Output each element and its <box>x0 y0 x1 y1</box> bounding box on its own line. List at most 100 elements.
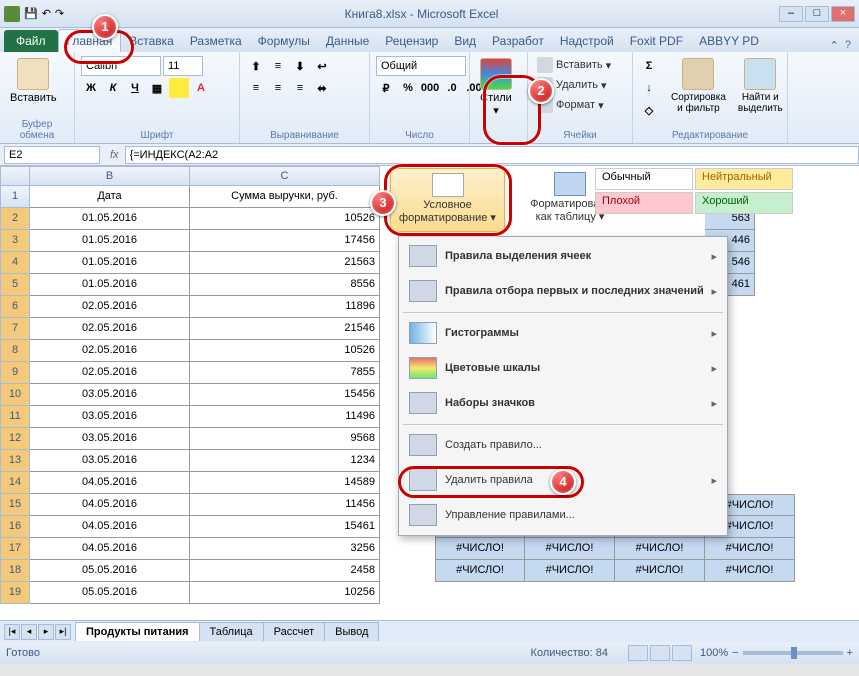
fx-icon[interactable]: fx <box>104 149 125 161</box>
tab-developer[interactable]: Разработ <box>484 30 552 52</box>
row-header[interactable]: 17 <box>0 538 30 560</box>
view-page-break-button[interactable] <box>672 645 692 661</box>
error-cell[interactable]: #ЧИСЛО! <box>615 538 705 560</box>
sheet-tab-3[interactable]: Рассчет <box>263 622 326 641</box>
cf-color-scales[interactable]: Цветовые шкалы▸ <box>401 351 725 386</box>
select-all-corner[interactable] <box>0 166 30 186</box>
font-name-combo[interactable]: Calibri <box>81 56 161 76</box>
italic-button[interactable]: К <box>103 78 123 98</box>
delete-cells-button[interactable]: Удалить ▾ <box>534 76 614 94</box>
redo-icon[interactable]: ↷ <box>55 7 64 20</box>
cell-sum[interactable]: 11896 <box>190 296 380 318</box>
cell-sum[interactable]: 2458 <box>190 560 380 582</box>
cell-date[interactable]: 03.05.2016 <box>30 406 190 428</box>
col-header-c[interactable]: C <box>190 166 380 186</box>
row-header[interactable]: 10 <box>0 384 30 406</box>
tab-abbyy[interactable]: ABBYY PD <box>691 30 767 52</box>
cell-date[interactable]: 01.05.2016 <box>30 274 190 296</box>
style-normal[interactable]: Обычный <box>595 168 693 190</box>
tab-review[interactable]: Рецензир <box>377 30 446 52</box>
name-box[interactable]: E2 <box>4 146 100 164</box>
underline-button[interactable]: Ч <box>125 78 145 98</box>
formula-input[interactable]: {=ИНДЕКС(A2:A2 <box>125 146 859 164</box>
row-header[interactable]: 12 <box>0 428 30 450</box>
style-bad[interactable]: Плохой <box>595 192 693 214</box>
sheet-nav-prev[interactable]: ◂ <box>21 624 37 640</box>
cell-date[interactable]: 03.05.2016 <box>30 428 190 450</box>
conditional-formatting-button[interactable]: Условное форматирование ▾ <box>390 168 505 232</box>
error-cell[interactable]: #ЧИСЛО! <box>705 538 795 560</box>
help-icon[interactable]: ? <box>845 39 851 52</box>
cf-top-bottom-rules[interactable]: Правила отбора первых и последних значен… <box>401 274 725 309</box>
wrap-text-button[interactable]: ↩ <box>312 56 332 76</box>
comma-button[interactable]: 000 <box>420 78 440 98</box>
cell-sum[interactable]: 1234 <box>190 450 380 472</box>
number-format-combo[interactable]: Общий <box>376 56 466 76</box>
error-cell[interactable]: #ЧИСЛО! <box>705 560 795 582</box>
align-left-button[interactable]: ≡ <box>246 78 266 98</box>
font-color-button[interactable]: A <box>191 78 211 98</box>
bold-button[interactable]: Ж <box>81 78 101 98</box>
cell-date[interactable]: 03.05.2016 <box>30 450 190 472</box>
row-header[interactable]: 7 <box>0 318 30 340</box>
zoom-out-button[interactable]: − <box>732 647 738 659</box>
minimize-ribbon-icon[interactable]: ⌃ <box>830 39 839 52</box>
tab-home[interactable]: Главная <box>58 29 122 52</box>
cell-sum[interactable]: 15461 <box>190 516 380 538</box>
row-header[interactable]: 5 <box>0 274 30 296</box>
view-page-layout-button[interactable] <box>650 645 670 661</box>
cell-date[interactable]: 02.05.2016 <box>30 362 190 384</box>
paste-button[interactable]: Вставить <box>6 56 61 106</box>
font-size-combo[interactable]: 11 <box>163 56 203 76</box>
cell-sum[interactable]: 9568 <box>190 428 380 450</box>
increase-decimal-button[interactable]: .0 <box>442 78 462 98</box>
cell-sum[interactable]: 10526 <box>190 208 380 230</box>
row-header[interactable]: 1 <box>0 186 30 208</box>
format-cells-button[interactable]: Формат ▾ <box>534 96 614 114</box>
zoom-slider[interactable] <box>743 651 843 655</box>
header-date[interactable]: Дата <box>30 186 190 208</box>
maximize-button[interactable]: □ <box>805 6 829 22</box>
merge-button[interactable]: ⬌ <box>312 78 332 98</box>
styles-button[interactable]: Стили ▾ <box>476 56 516 119</box>
autosum-button[interactable]: Σ <box>639 56 659 76</box>
style-neutral[interactable]: Нейтральный <box>695 168 793 190</box>
currency-button[interactable]: ₽ <box>376 78 396 98</box>
col-header-b[interactable]: B <box>30 166 190 186</box>
sheet-tab-1[interactable]: Продукты питания <box>75 622 200 641</box>
cell-date[interactable]: 02.05.2016 <box>30 340 190 362</box>
find-select-button[interactable]: Найти и выделить <box>734 56 787 116</box>
cell-date[interactable]: 02.05.2016 <box>30 296 190 318</box>
cf-data-bars[interactable]: Гистограммы▸ <box>401 316 725 351</box>
cell-date[interactable]: 05.05.2016 <box>30 560 190 582</box>
cf-manage-rules[interactable]: Управление правилами... <box>401 498 725 533</box>
row-header[interactable]: 19 <box>0 582 30 604</box>
row-header[interactable]: 4 <box>0 252 30 274</box>
tab-addins[interactable]: Надстрой <box>552 30 622 52</box>
cell-sum[interactable]: 7855 <box>190 362 380 384</box>
error-cell[interactable]: #ЧИСЛО! <box>525 538 615 560</box>
cell-date[interactable]: 03.05.2016 <box>30 384 190 406</box>
tab-formulas[interactable]: Формулы <box>250 30 318 52</box>
cell-date[interactable]: 04.05.2016 <box>30 494 190 516</box>
header-sum[interactable]: Сумма выручки, руб. <box>190 186 380 208</box>
insert-cells-button[interactable]: Вставить ▾ <box>534 56 614 74</box>
cell-sum[interactable]: 21563 <box>190 252 380 274</box>
sheet-nav-first[interactable]: |◂ <box>4 624 20 640</box>
sheet-nav-last[interactable]: ▸| <box>55 624 71 640</box>
row-header[interactable]: 9 <box>0 362 30 384</box>
cell-sum[interactable]: 11456 <box>190 494 380 516</box>
cell-date[interactable]: 05.05.2016 <box>30 582 190 604</box>
zoom-in-button[interactable]: + <box>847 647 853 659</box>
row-header[interactable]: 3 <box>0 230 30 252</box>
cf-clear-rules[interactable]: Удалить правила▸ <box>401 463 725 498</box>
cell-sum[interactable]: 10526 <box>190 340 380 362</box>
cell-date[interactable]: 02.05.2016 <box>30 318 190 340</box>
cf-highlight-rules[interactable]: Правила выделения ячеек▸ <box>401 239 725 274</box>
align-right-button[interactable]: ≡ <box>290 78 310 98</box>
border-button[interactable]: ▦ <box>147 78 167 98</box>
row-header[interactable]: 16 <box>0 516 30 538</box>
cell-date[interactable]: 01.05.2016 <box>30 230 190 252</box>
cell-date[interactable]: 04.05.2016 <box>30 472 190 494</box>
cell-sum[interactable]: 8556 <box>190 274 380 296</box>
